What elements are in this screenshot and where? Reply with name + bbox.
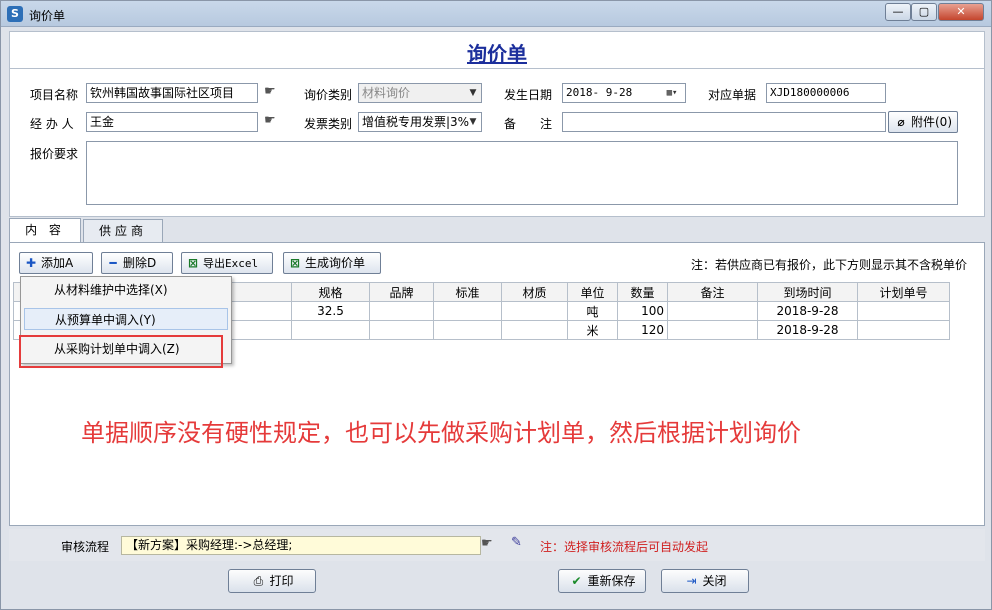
inquiry-type-value: 材料询价 — [362, 86, 411, 100]
audit-note: 注：选择审核流程后可自动发起 — [540, 540, 709, 554]
table-cell[interactable]: 32.5 — [291, 301, 370, 321]
generate-inquiry-button[interactable]: ⊠ 生成询价单 — [283, 252, 381, 274]
table-cell[interactable]: 吨 — [567, 301, 618, 321]
generate-label: 生成询价单 — [305, 256, 366, 270]
export-label: 导出Excel — [203, 257, 259, 270]
chevron-down-icon: ▼ — [469, 88, 477, 98]
column-header[interactable]: 备注 — [667, 282, 758, 302]
form-header: 询价单 — [9, 31, 985, 69]
table-cell[interactable] — [857, 301, 950, 321]
table-cell[interactable] — [369, 301, 434, 321]
paperclip-icon: ⌀ — [897, 115, 905, 129]
table-cell[interactable] — [433, 320, 502, 340]
date-value: 2018- 9-28 — [566, 86, 633, 99]
invoice-type-select[interactable]: 增值税专用发票|3% ▼ — [358, 112, 482, 132]
calendar-icon[interactable]: ▦▾ — [661, 86, 683, 100]
quote-requirement-input[interactable] — [86, 141, 958, 205]
column-header[interactable]: 规格 — [291, 282, 370, 302]
table-cell[interactable]: 2018-9-28 — [757, 301, 858, 321]
title-bar: S 询价单 — ▢ ✕ — [1, 1, 991, 27]
handler-pick-icon[interactable]: ☛ — [264, 113, 276, 128]
chevron-down-icon: ▼ — [469, 117, 477, 127]
table-cell[interactable] — [433, 301, 502, 321]
form-title: 询价单 — [467, 42, 527, 66]
table-cell[interactable] — [501, 301, 568, 321]
invoice-type-value: 增值税专用发票|3% — [362, 115, 470, 129]
tab-content[interactable]: 内 容 — [9, 218, 81, 244]
quote-requirement-label: 报价要求 — [30, 147, 79, 161]
table-cell[interactable] — [291, 320, 370, 340]
minus-icon: ━ — [109, 256, 117, 270]
excel-icon: ⊠ — [289, 256, 301, 270]
column-header[interactable]: 标准 — [433, 282, 502, 302]
column-header[interactable]: 品牌 — [369, 282, 434, 302]
column-header[interactable]: 数量 — [617, 282, 668, 302]
table-cell[interactable]: 120 — [617, 320, 668, 340]
form-fields: 项目名称 钦州韩国故事国际社区项目 ☛ 询价类别 材料询价 ▼ 发生日期 201… — [9, 69, 985, 217]
project-pick-icon[interactable]: ☛ — [264, 84, 276, 99]
resave-label: 重新保存 — [587, 574, 636, 588]
delete-label: 删除D — [123, 256, 157, 270]
minimize-button[interactable]: — — [885, 3, 911, 21]
tab-supplier[interactable]: 供应商 — [83, 219, 163, 243]
window-title: 询价单 — [29, 9, 66, 23]
remark-label: 备 注 — [504, 117, 553, 131]
table-cell[interactable] — [667, 301, 758, 321]
add-button[interactable]: ✚ 添加A — [19, 252, 93, 274]
app-icon: S — [7, 6, 23, 22]
table-cell[interactable]: 2018-9-28 — [757, 320, 858, 340]
handler-input[interactable]: 王金 — [86, 112, 258, 132]
audit-label: 审核流程 — [61, 540, 110, 554]
export-excel-button[interactable]: ⊠ 导出Excel — [181, 252, 273, 274]
supplier-price-note: 注：若供应商已有报价，此下方则显示其不含税单价 — [691, 258, 968, 272]
remark-input[interactable] — [562, 112, 886, 132]
handler-label: 经 办 人 — [30, 117, 74, 131]
menu-item-from-material[interactable]: 从材料维护中选择(X) — [24, 279, 228, 301]
highlight-box — [19, 335, 223, 368]
delete-button[interactable]: ━ 删除D — [101, 252, 173, 274]
attachment-label: 附件(0) — [911, 115, 952, 129]
exit-icon: ⇥ — [686, 574, 697, 588]
date-picker[interactable]: 2018- 9-28 ▦▾ — [562, 83, 686, 103]
column-header[interactable]: 到场时间 — [757, 282, 858, 302]
table-cell[interactable] — [369, 320, 434, 340]
inquiry-type-label: 询价类别 — [304, 88, 353, 102]
date-label: 发生日期 — [504, 88, 553, 102]
close-label: 关闭 — [702, 574, 727, 588]
main-window: S 询价单 — ▢ ✕ 询价单 项目名称 钦州韩国故事国际社区项目 ☛ 询价类别… — [0, 0, 992, 610]
attachment-button[interactable]: ⌀ 附件(0) — [888, 111, 958, 133]
annotation-text: 单据顺序没有硬性规定，也可以先做采购计划单，然后根据计划询价 — [81, 419, 801, 447]
menu-item-from-budget[interactable]: 从预算单中调入(Y) — [24, 308, 228, 330]
project-label: 项目名称 — [30, 88, 79, 102]
table-cell[interactable] — [667, 320, 758, 340]
close-button[interactable]: ⇥ 关闭 — [661, 569, 749, 593]
audit-pick-icon[interactable]: ☛ — [481, 536, 493, 551]
maximize-button[interactable]: ▢ — [911, 3, 937, 21]
table-cell[interactable]: 米 — [567, 320, 618, 340]
table-cell[interactable] — [501, 320, 568, 340]
print-label: 打印 — [269, 574, 294, 588]
close-window-button[interactable]: ✕ — [938, 3, 984, 21]
column-header[interactable]: 材质 — [501, 282, 568, 302]
audit-flow-field[interactable]: 【新方案】采购经理:->总经理; — [121, 536, 481, 555]
audit-bar: 审核流程 【新方案】采购经理:->总经理; ☛ ✎ 注：选择审核流程后可自动发起 — [9, 529, 985, 561]
printer-icon: ⎙ — [253, 574, 264, 588]
invoice-label: 发票类别 — [304, 117, 353, 131]
excel-icon: ⊠ — [187, 256, 199, 270]
edit-flow-icon[interactable]: ✎ — [511, 535, 522, 550]
project-input[interactable]: 钦州韩国故事国际社区项目 — [86, 83, 258, 103]
resave-button[interactable]: ✔ 重新保存 — [558, 569, 646, 593]
add-label: 添加A — [41, 256, 74, 270]
table-cell[interactable] — [857, 320, 950, 340]
column-header[interactable]: 单位 — [567, 282, 618, 302]
column-header[interactable]: 计划单号 — [857, 282, 950, 302]
plus-icon: ✚ — [25, 256, 37, 270]
doc-label: 对应单据 — [708, 88, 757, 102]
doc-number-field[interactable]: XJD180000006 — [766, 83, 886, 103]
checkmark-icon: ✔ — [571, 574, 582, 588]
print-button[interactable]: ⎙ 打印 — [228, 569, 316, 593]
inquiry-type-select[interactable]: 材料询价 ▼ — [358, 83, 482, 103]
table-cell[interactable]: 100 — [617, 301, 668, 321]
